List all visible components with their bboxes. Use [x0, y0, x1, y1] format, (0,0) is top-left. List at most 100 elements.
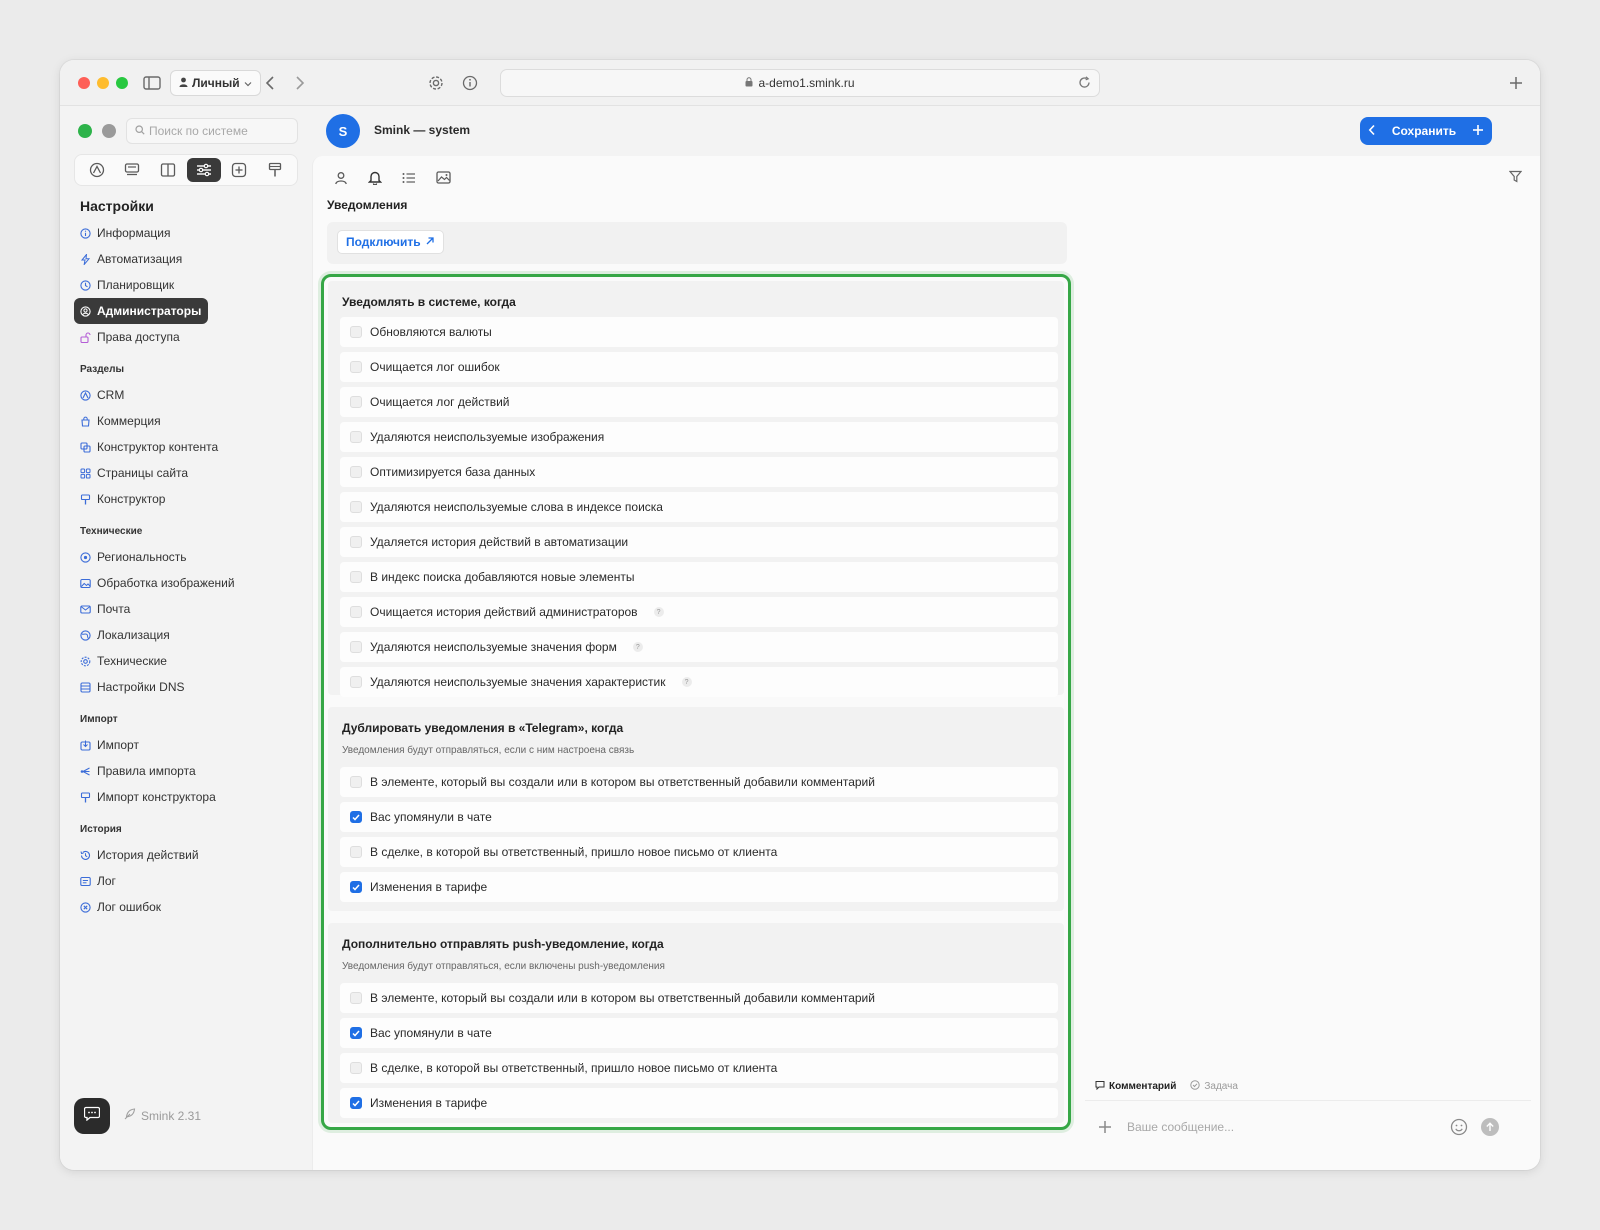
- builder-module-icon[interactable]: [258, 158, 292, 182]
- checkbox-row[interactable]: В элементе, который вы создали или в кот…: [340, 983, 1058, 1013]
- sidebar-item-content-builder[interactable]: Конструктор контента: [74, 434, 296, 460]
- maximize-window-button[interactable]: [116, 77, 128, 89]
- checkbox-row[interactable]: Оптимизируется база данных: [340, 457, 1058, 487]
- checkbox-row[interactable]: Очищается история действий администратор…: [340, 597, 1058, 627]
- checkbox-row[interactable]: Удаляются неиспользуемые изображения: [340, 422, 1058, 452]
- close-window-button[interactable]: [78, 77, 90, 89]
- sidebar-item-administrators[interactable]: Администраторы: [74, 298, 208, 324]
- gear-icon[interactable]: [426, 73, 446, 93]
- tab-task[interactable]: Задача: [1190, 1080, 1238, 1093]
- tab-notifications[interactable]: [361, 168, 389, 192]
- sidebar-item-import[interactable]: Импорт: [74, 732, 296, 758]
- checkbox[interactable]: [350, 776, 362, 788]
- tab-profile[interactable]: [327, 168, 355, 192]
- sidebar-item-scheduler[interactable]: Планировщик: [74, 272, 296, 298]
- system-search[interactable]: [126, 118, 298, 144]
- forward-arrow-icon[interactable]: [290, 73, 310, 93]
- emoji-icon[interactable]: [1449, 1117, 1469, 1137]
- checkbox[interactable]: [350, 431, 362, 443]
- save-button[interactable]: Сохранить: [1360, 117, 1492, 145]
- checkbox-row[interactable]: Очищается лог действий: [340, 387, 1058, 417]
- help-icon[interactable]: ?: [632, 642, 643, 652]
- tab-images[interactable]: [429, 168, 457, 192]
- checkbox[interactable]: [350, 676, 362, 688]
- sidebar-item-builder[interactable]: Конструктор: [74, 486, 296, 512]
- sidebar-item-image-processing[interactable]: Обработка изображений: [74, 570, 296, 596]
- sidebar-item-access-rights[interactable]: Права доступа: [74, 324, 296, 350]
- checkbox-row[interactable]: Изменения в тарифе: [340, 872, 1058, 902]
- help-icon[interactable]: ?: [653, 607, 664, 617]
- checkbox[interactable]: [350, 1062, 362, 1074]
- checkbox[interactable]: [350, 501, 362, 513]
- checkbox-row[interactable]: Вас упомянули в чате: [340, 1018, 1058, 1048]
- checkbox-row[interactable]: В элементе, который вы создали или в кот…: [340, 767, 1058, 797]
- profile-selector[interactable]: Личный: [170, 70, 261, 96]
- checkbox[interactable]: [350, 571, 362, 583]
- settings-sliders-icon[interactable]: [186, 158, 221, 182]
- checkbox-row[interactable]: Удаляются неиспользуемые значения форм?: [340, 632, 1058, 662]
- checkbox-row[interactable]: Удаляется история действий в автоматизац…: [340, 527, 1058, 557]
- sidebar-item-automation[interactable]: Автоматизация: [74, 246, 296, 272]
- minimize-window-button[interactable]: [97, 77, 109, 89]
- send-arrow-icon[interactable]: [1481, 1118, 1499, 1136]
- checkbox-row[interactable]: Удаляются неиспользуемые слова в индексе…: [340, 492, 1058, 522]
- sidebar-item-import-rules[interactable]: Правила импорта: [74, 758, 296, 784]
- checkbox-row[interactable]: В индекс поиска добавляются новые элемен…: [340, 562, 1058, 592]
- checkbox[interactable]: [350, 641, 362, 653]
- checkbox-row[interactable]: Удаляются неиспользуемые значения характ…: [340, 667, 1058, 697]
- checkbox[interactable]: [350, 361, 362, 373]
- checkbox-row[interactable]: Очищается лог ошибок: [340, 352, 1058, 382]
- checkbox-row[interactable]: Вас упомянули в чате: [340, 802, 1058, 832]
- checkbox-checked[interactable]: [350, 881, 362, 893]
- sidebar-item-regionality[interactable]: Региональность: [74, 544, 296, 570]
- checkbox[interactable]: [350, 536, 362, 548]
- checkbox-row[interactable]: Обновляются валюты: [340, 317, 1058, 347]
- back-arrow-icon[interactable]: [260, 73, 280, 93]
- checkbox-row[interactable]: В сделке, в которой вы ответственный, пр…: [340, 1053, 1058, 1083]
- filter-icon[interactable]: [1508, 170, 1523, 188]
- add-square-icon[interactable]: [222, 158, 256, 182]
- chat-button[interactable]: [74, 1098, 110, 1134]
- checkbox[interactable]: [350, 992, 362, 1004]
- sidebar-item-technical[interactable]: Технические: [74, 648, 296, 674]
- tab-list[interactable]: [395, 168, 423, 192]
- checkbox[interactable]: [350, 396, 362, 408]
- sidebar-item-commerce[interactable]: Коммерция: [74, 408, 296, 434]
- plus-icon[interactable]: [1095, 1117, 1115, 1137]
- checkbox-checked[interactable]: [350, 1027, 362, 1039]
- checkbox[interactable]: [350, 606, 362, 618]
- new-tab-plus-icon[interactable]: [1506, 73, 1526, 93]
- sidebar-toggle-icon[interactable]: [142, 73, 162, 93]
- sidebar-item-log[interactable]: Лог: [74, 868, 296, 894]
- checkbox-checked[interactable]: [350, 811, 362, 823]
- crm-module-icon[interactable]: [80, 158, 114, 182]
- avatar[interactable]: S: [326, 114, 360, 148]
- message-input[interactable]: [1127, 1120, 1437, 1134]
- book-icon[interactable]: [151, 158, 185, 182]
- sidebar-item-mail[interactable]: Почта: [74, 596, 296, 622]
- reload-icon[interactable]: [1078, 76, 1091, 92]
- sidebar-item-dns-settings[interactable]: Настройки DNS: [74, 674, 296, 700]
- sidebar-item-crm[interactable]: CRM: [74, 382, 296, 408]
- online-status-icon[interactable]: [78, 124, 92, 138]
- checkbox[interactable]: [350, 846, 362, 858]
- help-icon[interactable]: ?: [681, 677, 692, 687]
- compass-icon[interactable]: [102, 124, 116, 138]
- sidebar-item-site-pages[interactable]: Страницы сайта: [74, 460, 296, 486]
- checkbox[interactable]: [350, 326, 362, 338]
- checkbox-checked[interactable]: [350, 1097, 362, 1109]
- checkbox-row[interactable]: Изменения в тарифе: [340, 1088, 1058, 1118]
- address-bar[interactable]: a-demo1.smink.ru: [500, 69, 1100, 97]
- info-icon[interactable]: [460, 73, 480, 93]
- sidebar-item-info[interactable]: Информация: [74, 220, 296, 246]
- sidebar-item-localization[interactable]: Локализация: [74, 622, 296, 648]
- checkbox-row[interactable]: В сделке, в которой вы ответственный, пр…: [340, 837, 1058, 867]
- checkbox[interactable]: [350, 466, 362, 478]
- connect-button[interactable]: Подключить: [337, 230, 444, 254]
- sidebar-item-builder-import[interactable]: Импорт конструктора: [74, 784, 296, 810]
- sidebar-item-action-history[interactable]: История действий: [74, 842, 296, 868]
- sidebar-item-error-log[interactable]: Лог ошибок: [74, 894, 296, 920]
- search-input[interactable]: [149, 124, 289, 138]
- tab-comment[interactable]: Комментарий: [1095, 1080, 1176, 1093]
- content-module-icon[interactable]: [115, 158, 149, 182]
